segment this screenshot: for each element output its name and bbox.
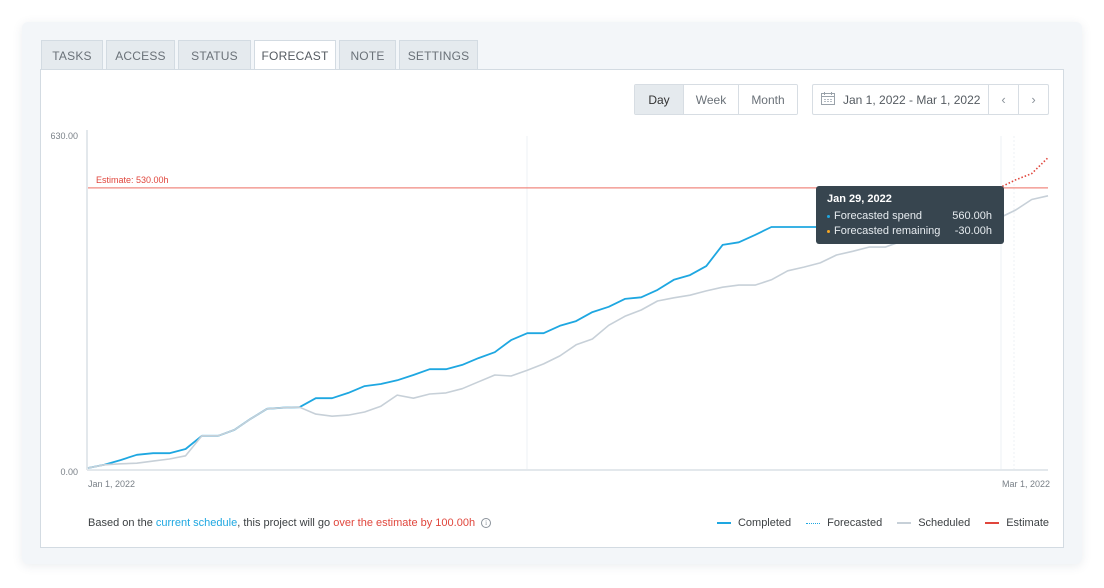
remaining-dot-icon	[827, 230, 830, 233]
legend-forecasted-label: Forecasted	[827, 517, 883, 529]
legend-estimate[interactable]: Estimate	[985, 517, 1049, 529]
estimate-swatch-icon	[985, 522, 1000, 524]
series-line-forecasted	[998, 157, 1049, 189]
summary-middle: , this project will go	[237, 517, 334, 529]
scheduled-swatch-icon	[897, 522, 912, 524]
chart-tooltip: Jan 29, 2022 Forecasted spend 560.00h Fo…	[816, 186, 1004, 244]
tooltip-spend-label: Forecasted spend	[834, 210, 923, 222]
forecast-summary: Based on the current schedule, this proj…	[88, 517, 492, 529]
legend-completed-label: Completed	[737, 517, 792, 529]
legend-estimate-label: Estimate	[1006, 517, 1049, 529]
tooltip-remaining-label: Forecasted remaining	[834, 225, 941, 237]
tooltip-remaining-value: -30.00h	[954, 225, 992, 237]
over-estimate-text: over the estimate by 100.00h	[333, 517, 476, 529]
tooltip-row-remaining: Forecasted remaining -30.00h	[827, 224, 992, 239]
forecast-chart: 630.00 0.00 Jan 1, 2022 Mar 1, 2022 Esti…	[50, 130, 1050, 489]
info-icon[interactable]: i	[481, 518, 492, 528]
forecasted-swatch-icon	[806, 522, 821, 524]
spend-dot-icon	[827, 215, 830, 218]
legend-scheduled[interactable]: Scheduled	[897, 517, 970, 529]
legend-scheduled-label: Scheduled	[918, 517, 971, 529]
legend-completed[interactable]: Completed	[716, 517, 792, 529]
y-tick-max: 630.00	[50, 131, 78, 141]
x-tick-end: Mar 1, 2022	[1002, 479, 1050, 489]
y-tick-min: 0.00	[60, 467, 78, 477]
estimate-label: Estimate: 530.00h	[96, 175, 169, 185]
chart-legend: Completed Forecasted Scheduled Estimate	[716, 517, 1049, 529]
completed-swatch-icon	[716, 522, 731, 524]
summary-prefix: Based on the	[88, 517, 156, 529]
current-schedule-link[interactable]: current schedule	[156, 517, 237, 529]
tooltip-date: Jan 29, 2022	[827, 193, 892, 205]
x-tick-start: Jan 1, 2022	[88, 479, 135, 489]
tooltip-spend-value: 560.00h	[952, 210, 992, 222]
tooltip-row-spend: Forecasted spend 560.00h	[827, 209, 992, 224]
legend-forecasted[interactable]: Forecasted	[806, 517, 882, 529]
